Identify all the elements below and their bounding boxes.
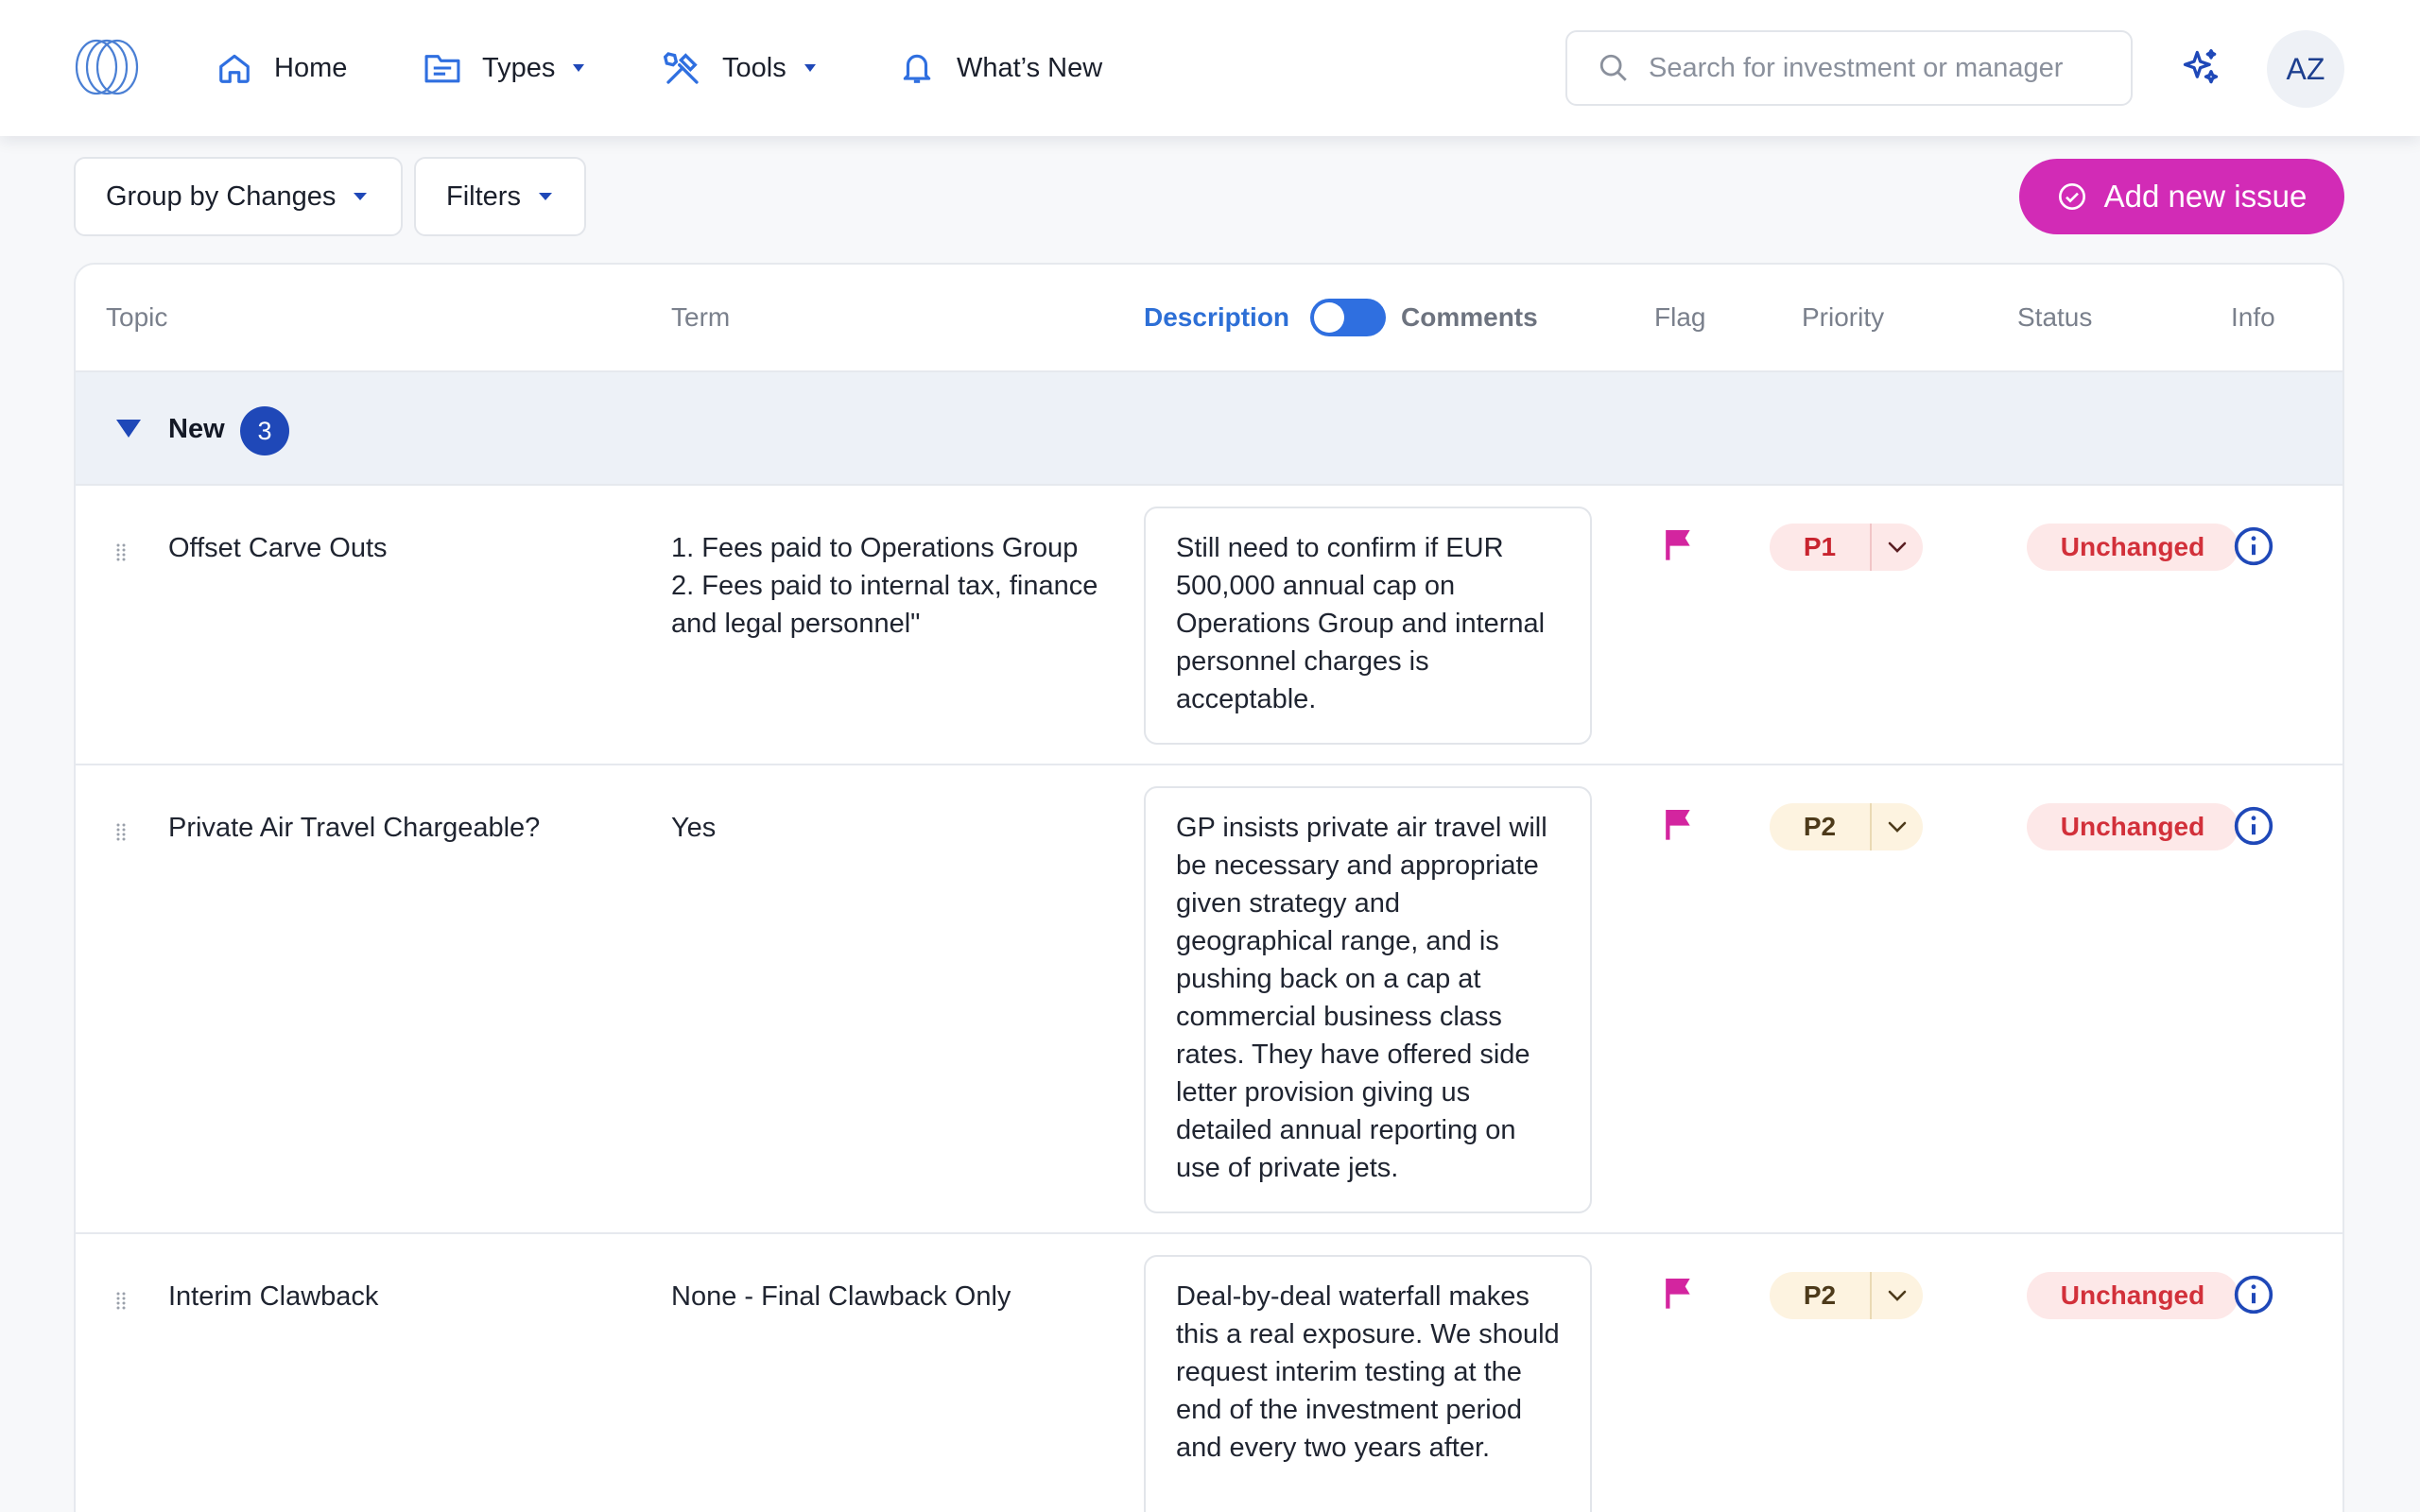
term-line: Yes — [671, 813, 717, 843]
topic-cell: Interim Clawback — [168, 1281, 379, 1312]
search-input[interactable] — [1649, 52, 2102, 84]
column-header-description[interactable]: Description — [1144, 302, 1289, 333]
status-badge: Unchanged — [2027, 1272, 2238, 1319]
term-cell: Yes — [671, 809, 1115, 847]
nav-home-label: Home — [274, 52, 348, 83]
nav-types[interactable]: Types — [424, 40, 585, 96]
priority-dropdown[interactable]: P1 — [1770, 524, 1923, 571]
caret-down-icon — [354, 193, 368, 200]
toggle-knob — [1314, 302, 1344, 333]
table-header: Topic Term Description Comments Flag Pri… — [76, 265, 2342, 370]
column-header-priority[interactable]: Priority — [1802, 302, 1884, 333]
priority-dropdown[interactable]: P2 — [1770, 1272, 1923, 1319]
column-header-comments[interactable]: Comments — [1401, 302, 1538, 333]
caret-down-icon — [573, 64, 585, 72]
nav-home[interactable]: Home — [216, 40, 347, 96]
chevron-down-icon — [1872, 524, 1923, 571]
nav-whats-new[interactable]: What’s New — [898, 40, 1102, 96]
priority-dropdown[interactable]: P2 — [1770, 803, 1923, 850]
user-avatar[interactable]: AZ — [2267, 30, 2344, 108]
folder-icon — [424, 49, 461, 87]
column-header-term[interactable]: Term — [671, 302, 730, 333]
add-new-issue-button[interactable]: Add new issue — [2019, 159, 2344, 234]
nav-types-label: Types — [482, 52, 556, 83]
group-header-new[interactable]: New 3 — [76, 370, 2342, 486]
check-circle-icon — [2058, 183, 2085, 210]
tools-icon — [664, 49, 701, 87]
priority-label: P2 — [1803, 812, 1837, 841]
nav-tools[interactable]: Tools — [664, 40, 817, 96]
table-row: Interim Clawback None - Final Clawback O… — [76, 1234, 2342, 1512]
filters-dropdown[interactable]: Filters — [414, 157, 586, 236]
group-count-badge: 3 — [240, 406, 289, 455]
topic-cell: Private Air Travel Chargeable? — [168, 813, 541, 843]
column-header-status[interactable]: Status — [2017, 302, 2092, 333]
add-new-issue-label: Add new issue — [2103, 179, 2308, 214]
topic-cell: Offset Carve Outs — [168, 533, 388, 563]
nav-tools-label: Tools — [722, 52, 786, 83]
filters-label: Filters — [446, 180, 521, 212]
table-row: Offset Carve Outs 1. Fees paid to Operat… — [76, 486, 2342, 765]
home-icon — [216, 49, 253, 87]
term-line: 2. Fees paid to internal tax, finance an… — [671, 571, 1098, 639]
flag-icon[interactable] — [1660, 1274, 1698, 1312]
sparkle-icon — [2183, 49, 2219, 84]
flag-icon[interactable] — [1660, 805, 1698, 843]
group-by-dropdown[interactable]: Group by Changes — [74, 157, 403, 236]
term-line: None - Final Clawback Only — [671, 1281, 1011, 1312]
issues-table: Topic Term Description Comments Flag Pri… — [74, 263, 2344, 1512]
description-comments-toggle[interactable] — [1310, 299, 1386, 336]
top-navbar: Home Types Tools What’s New AZ — [0, 0, 2420, 136]
search-icon — [1599, 54, 1627, 81]
logo-icon[interactable] — [74, 38, 140, 96]
status-badge: Unchanged — [2027, 803, 2238, 850]
drag-handle-icon[interactable] — [115, 1291, 127, 1310]
info-icon[interactable] — [2233, 1274, 2274, 1315]
bell-icon — [898, 49, 936, 87]
chevron-down-icon — [1872, 1272, 1923, 1319]
flag-icon[interactable] — [1660, 525, 1698, 563]
term-cell: 1. Fees paid to Operations Group 2. Fees… — [671, 529, 1115, 643]
group-label: New — [168, 414, 225, 444]
info-icon[interactable] — [2233, 805, 2274, 847]
term-cell: None - Final Clawback Only — [671, 1278, 1115, 1315]
ai-sparkle-button[interactable] — [2174, 42, 2227, 94]
search-box — [1565, 30, 2133, 106]
column-header-info: Info — [2231, 302, 2275, 332]
group-by-label: Group by Changes — [106, 180, 337, 212]
collapse-triangle-icon[interactable] — [115, 418, 142, 438]
column-header-flag: Flag — [1654, 302, 1706, 332]
caret-down-icon — [804, 64, 816, 72]
drag-handle-icon[interactable] — [115, 822, 127, 841]
nav-whats-new-label: What’s New — [957, 52, 1103, 83]
description-box[interactable]: Still need to confirm if EUR 500,000 ann… — [1144, 507, 1592, 745]
column-header-topic[interactable]: Topic — [106, 302, 167, 333]
priority-label: P2 — [1803, 1280, 1837, 1310]
drag-handle-icon[interactable] — [115, 542, 127, 561]
info-icon[interactable] — [2233, 525, 2274, 567]
description-box[interactable]: Deal-by-deal waterfall makes this a real… — [1144, 1255, 1592, 1512]
caret-down-icon — [538, 193, 552, 200]
term-line: 1. Fees paid to Operations Group — [671, 533, 1079, 563]
status-badge: Unchanged — [2027, 524, 2238, 571]
priority-label: P1 — [1803, 532, 1837, 561]
table-row: Private Air Travel Chargeable? Yes GP in… — [76, 765, 2342, 1234]
chevron-down-icon — [1872, 803, 1923, 850]
description-box[interactable]: GP insists private air travel will be ne… — [1144, 786, 1592, 1213]
